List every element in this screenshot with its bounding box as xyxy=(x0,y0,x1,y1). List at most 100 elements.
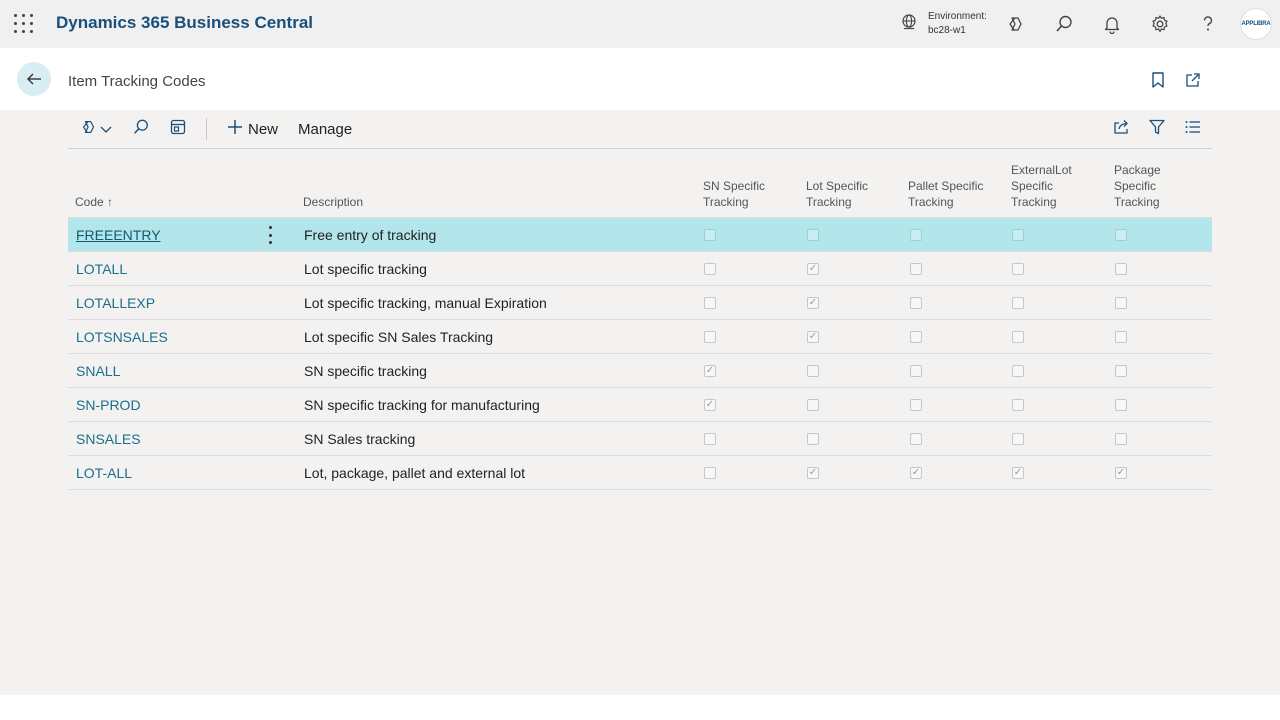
row-description[interactable]: SN specific tracking for manufacturing xyxy=(304,397,540,413)
column-header-lot-specific[interactable]: Lot Specific Tracking xyxy=(806,178,868,210)
environment-indicator[interactable]: Environment: bc28-w1 xyxy=(900,10,987,38)
externallot-specific-checkbox xyxy=(1012,263,1024,275)
edit-list-button[interactable] xyxy=(169,118,187,140)
column-header-code-label: Code xyxy=(75,195,104,209)
table-row[interactable]: LOT-ALL Lot, package, pallet and external… xyxy=(68,456,1212,490)
table-row[interactable]: LOTALLEXP Lot specific tracking, manual E… xyxy=(68,286,1212,320)
externallot-specific-checkbox xyxy=(1012,297,1024,309)
row-description[interactable]: SN specific tracking xyxy=(304,363,427,379)
environment-value: bc28-w1 xyxy=(928,25,966,36)
row-code-link[interactable]: FREEENTRY xyxy=(76,227,161,243)
table-row[interactable]: SNALL SN specific tracking ✓ xyxy=(68,354,1212,388)
app-launcher-icon[interactable] xyxy=(14,14,34,34)
column-header-line: SN Specific xyxy=(703,179,766,193)
lot-specific-checkbox xyxy=(807,433,819,445)
settings-gear-icon[interactable] xyxy=(1148,12,1172,36)
column-header-description[interactable]: Description xyxy=(303,194,363,210)
pallet-specific-checkbox xyxy=(910,263,922,275)
pallet-specific-checkbox xyxy=(910,331,922,343)
row-code-link[interactable]: LOTALL xyxy=(76,261,127,277)
search-icon xyxy=(132,118,150,140)
open-new-window-icon[interactable] xyxy=(1183,70,1203,90)
pallet-specific-checkbox xyxy=(910,433,922,445)
row-description[interactable]: Free entry of tracking xyxy=(304,227,436,243)
copilot-icon xyxy=(80,118,98,140)
column-header-line: Tracking xyxy=(1011,195,1057,209)
list-view-button[interactable] xyxy=(1184,118,1202,140)
row-code-link[interactable]: SN-PROD xyxy=(76,397,141,413)
pallet-specific-checkbox: ✓ xyxy=(910,467,922,479)
arrow-left-icon xyxy=(27,73,41,85)
environment-label: Environment: xyxy=(928,11,987,22)
new-button[interactable]: New xyxy=(226,118,278,140)
row-description[interactable]: Lot specific tracking xyxy=(304,261,427,277)
row-code-link[interactable]: SNALL xyxy=(76,363,120,379)
row-more-options-icon[interactable] xyxy=(264,226,276,244)
table-row[interactable]: LOTALL Lot specific tracking ✓ xyxy=(68,252,1212,286)
search-icon[interactable] xyxy=(1052,12,1076,36)
chevron-down-icon xyxy=(100,121,112,138)
sn-specific-checkbox xyxy=(704,263,716,275)
externallot-specific-checkbox xyxy=(1012,229,1024,241)
copilot-icon[interactable] xyxy=(1004,12,1028,36)
column-header-line: Lot Specific xyxy=(806,179,869,193)
pallet-specific-checkbox xyxy=(910,399,922,411)
package-specific-checkbox xyxy=(1115,399,1127,411)
externallot-specific-checkbox xyxy=(1012,365,1024,377)
sn-specific-checkbox: ✓ xyxy=(704,399,716,411)
back-button[interactable] xyxy=(17,62,51,96)
user-avatar[interactable]: APPLIBRA xyxy=(1240,8,1272,40)
row-description[interactable]: Lot specific SN Sales Tracking xyxy=(304,329,493,345)
row-code-link[interactable]: LOT-ALL xyxy=(76,465,132,481)
package-specific-checkbox: ✓ xyxy=(1115,467,1127,479)
externallot-specific-checkbox: ✓ xyxy=(1012,467,1024,479)
row-code-link[interactable]: SNSALES xyxy=(76,431,141,447)
package-specific-checkbox xyxy=(1115,263,1127,275)
sn-specific-checkbox xyxy=(704,433,716,445)
manage-menu-button[interactable]: Manage xyxy=(298,118,352,140)
row-description[interactable]: Lot specific tracking, manual Expiration xyxy=(304,295,547,311)
column-header-line: Specific xyxy=(1114,179,1157,193)
lot-specific-checkbox xyxy=(807,365,819,377)
search-button[interactable] xyxy=(132,118,150,140)
row-description[interactable]: Lot, package, pallet and external lot xyxy=(304,465,525,481)
column-header-code[interactable]: Code ↑ xyxy=(75,194,113,210)
sn-specific-checkbox xyxy=(704,297,716,309)
page-header: Item Tracking Codes xyxy=(0,48,1280,110)
column-header-line: Tracking xyxy=(1114,195,1160,209)
column-header-line: Tracking xyxy=(806,195,852,209)
column-header-line: Specific xyxy=(1011,179,1054,193)
top-bar: Dynamics 365 Business Central Environmen… xyxy=(0,0,1280,48)
package-specific-checkbox xyxy=(1115,229,1127,241)
row-code-link[interactable]: LOTSNSALES xyxy=(76,329,168,345)
new-button-label: New xyxy=(248,120,279,138)
manage-button-label: Manage xyxy=(298,120,353,138)
column-header-line: Package xyxy=(1114,163,1161,177)
column-header-package-specific[interactable]: Package Specific Tracking xyxy=(1114,162,1161,210)
notification-bell-icon[interactable] xyxy=(1100,12,1124,36)
column-header-sn-specific[interactable]: SN Specific Tracking xyxy=(703,178,765,210)
bookmark-icon[interactable] xyxy=(1148,70,1168,90)
edit-list-icon xyxy=(169,118,187,140)
lot-specific-checkbox: ✓ xyxy=(807,331,819,343)
column-header-line: Pallet Specific xyxy=(908,179,984,193)
plus-icon xyxy=(226,118,244,140)
column-header-pallet-specific[interactable]: Pallet Specific Tracking xyxy=(908,178,983,210)
row-code-link[interactable]: LOTALLEXP xyxy=(76,295,155,311)
share-button[interactable] xyxy=(1112,118,1130,140)
lot-specific-checkbox: ✓ xyxy=(807,297,819,309)
table-row[interactable]: FREEENTRY Free entry of tracking xyxy=(68,218,1212,252)
help-icon[interactable] xyxy=(1196,12,1220,36)
sn-specific-checkbox xyxy=(704,331,716,343)
table-row[interactable]: SN-PROD SN specific tracking for manufact… xyxy=(68,388,1212,422)
app-title[interactable]: Dynamics 365 Business Central xyxy=(56,13,313,33)
list-view-icon xyxy=(1184,118,1202,140)
filter-button[interactable] xyxy=(1148,118,1166,140)
share-icon xyxy=(1112,118,1130,140)
copilot-menu-button[interactable] xyxy=(80,118,112,140)
bottom-strip xyxy=(0,695,1280,720)
table-row[interactable]: SNSALES SN Sales tracking xyxy=(68,422,1212,456)
row-description[interactable]: SN Sales tracking xyxy=(304,431,415,447)
table-row[interactable]: LOTSNSALES Lot specific SN Sales Tracking… xyxy=(68,320,1212,354)
column-header-externallot-specific[interactable]: ExternalLot Specific Tracking xyxy=(1011,162,1072,210)
